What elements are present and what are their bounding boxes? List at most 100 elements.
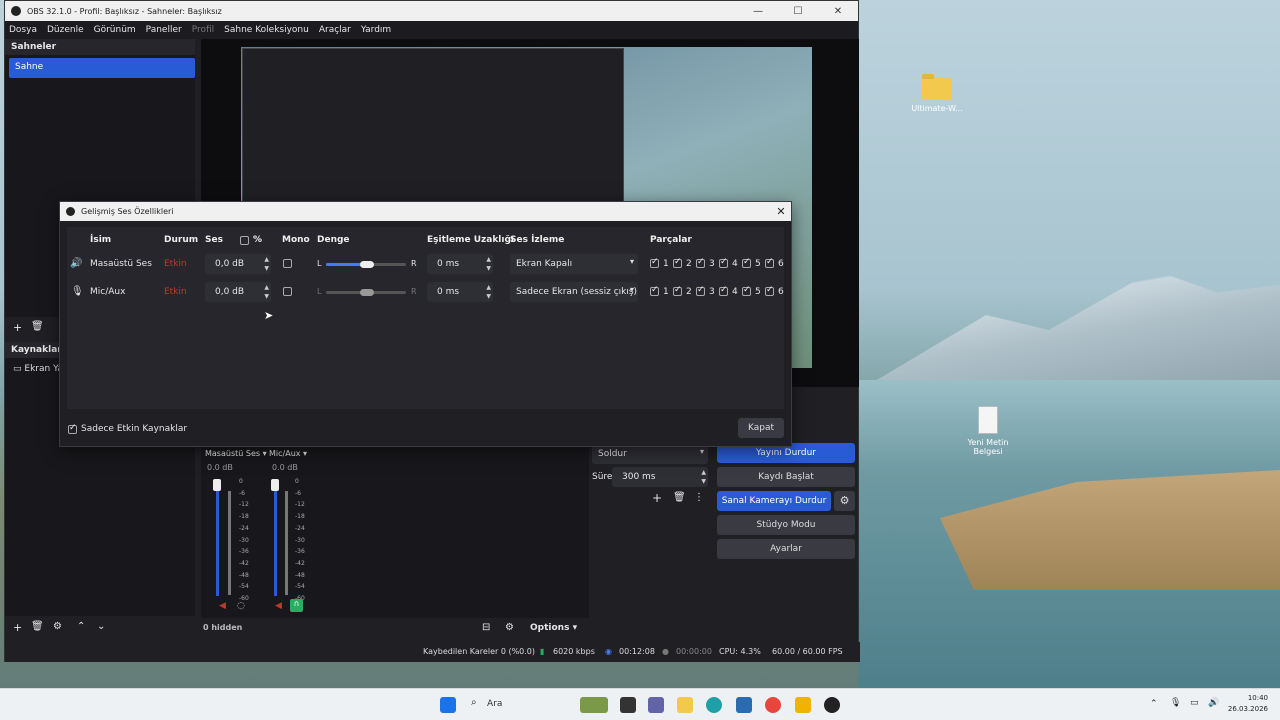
active-sources-only-checkbox[interactable]	[68, 423, 77, 434]
studio-mode-button[interactable]: Stüdyo Modu	[717, 515, 855, 535]
source-item[interactable]: ▭ Ekran Ya	[13, 364, 63, 374]
track-6-checkbox[interactable]	[765, 285, 774, 296]
network-icon[interactable]: ▭	[1190, 698, 1199, 708]
menu-item-view[interactable]: Görünüm	[94, 25, 136, 35]
mute-icon[interactable]: ◀	[275, 601, 282, 611]
menu-item-scene-collection[interactable]: Sahne Koleksiyonu	[224, 25, 309, 35]
track-1-checkbox[interactable]	[650, 285, 659, 296]
start-icon[interactable]	[440, 697, 456, 713]
close-icon[interactable]: ✕	[818, 6, 858, 17]
more-options-icon[interactable]: ⋮	[694, 492, 704, 503]
row-status: Etkin	[164, 287, 187, 297]
track-4-checkbox[interactable]	[719, 285, 728, 296]
add-scene-icon[interactable]: +	[13, 321, 22, 334]
headphones-icon[interactable]: ∩	[290, 599, 303, 612]
balance-left-label: L	[317, 287, 322, 296]
stop-virtual-camera-button[interactable]: Sanal Kamerayı Durdur	[717, 491, 831, 511]
layout-icon[interactable]: ⊟	[482, 622, 490, 633]
chrome-icon[interactable]	[765, 697, 781, 713]
menu-item-tools[interactable]: Araçlar	[319, 25, 351, 35]
mixer-channel-2-fader[interactable]	[271, 479, 279, 491]
menu-item-edit[interactable]: Düzenle	[47, 25, 84, 35]
balance-slider[interactable]	[360, 289, 374, 296]
remove-transition-icon[interactable]: 🗑	[673, 492, 686, 503]
move-up-icon[interactable]: ⌃	[77, 621, 85, 632]
track-4-checkbox[interactable]	[719, 257, 728, 268]
search-box[interactable]: Ara	[465, 695, 585, 715]
scene-item[interactable]: Sahne	[9, 58, 195, 78]
track-5-checkbox[interactable]	[742, 257, 751, 268]
microphone-icon[interactable]: 🎙	[1170, 698, 1181, 708]
store-icon[interactable]	[736, 697, 752, 713]
mixer-channel-2-name[interactable]: Mic/Aux ▾	[269, 449, 307, 458]
monitoring-select[interactable]: Ekran Kapalı ▾	[510, 254, 638, 274]
menu-item-help[interactable]: Yardım	[361, 25, 391, 35]
menu-item-file[interactable]: Dosya	[9, 25, 37, 35]
header-status: Durum	[164, 235, 199, 245]
mixer-channel-1-fader[interactable]	[213, 479, 221, 491]
mute-icon[interactable]: ◀	[219, 601, 226, 611]
volume-spinbox[interactable]: 0,0 dB ▲ ▼	[205, 254, 271, 274]
desktop-folder-icon[interactable]: Ultimate-W...	[902, 74, 972, 113]
teams-icon[interactable]	[648, 697, 664, 713]
mixer-channel-2-level	[285, 491, 288, 595]
source-settings-icon[interactable]: ⚙	[53, 621, 62, 632]
mono-checkbox[interactable]	[283, 259, 292, 268]
transition-select[interactable]: Soldur ▾	[592, 444, 708, 464]
obs-taskbar-icon[interactable]	[824, 697, 840, 713]
virtual-camera-settings-icon[interactable]: ⚙	[834, 491, 855, 511]
settings-button[interactable]: Ayarlar	[717, 539, 855, 559]
mixer-settings-icon[interactable]: ⚙	[505, 622, 514, 633]
menu-item-profile[interactable]: Profil	[192, 25, 214, 35]
desktop-text-file-icon[interactable]: Yeni Metin Belgesi	[953, 406, 1023, 456]
track-6-checkbox[interactable]	[765, 257, 774, 268]
source-item-label: Ekran Ya	[24, 364, 63, 374]
sync-offset-spinbox[interactable]: 0 ms ▲ ▼	[427, 282, 493, 302]
active-sources-only-label: Sadece Etkin Kaynaklar	[81, 424, 188, 434]
widgets-icon[interactable]	[580, 697, 608, 713]
duration-spinbox[interactable]: 300 ms ▲ ▼	[612, 467, 708, 487]
percent-toggle-checkbox[interactable]	[240, 236, 249, 245]
minimize-icon[interactable]: —	[738, 6, 778, 17]
record-time: 00:00:00	[676, 647, 712, 656]
edge-icon[interactable]	[706, 697, 722, 713]
maximize-icon[interactable]: ☐	[778, 6, 818, 17]
menu-bar: Dosya Düzenle Görünüm Paneller Profil Sa…	[5, 21, 858, 39]
sync-offset-spinbox[interactable]: 0 ms ▲ ▼	[427, 254, 493, 274]
move-down-icon[interactable]: ⌄	[97, 621, 105, 632]
dropped-frames: Kaybedilen Kareler 0 (%0.0)	[423, 647, 536, 656]
track-3-checkbox[interactable]	[696, 285, 705, 296]
options-button[interactable]: Options ▾	[530, 623, 577, 633]
remove-scene-icon[interactable]: 🗑	[31, 321, 44, 332]
add-transition-icon[interactable]: +	[652, 491, 662, 505]
menu-item-docks[interactable]: Paneller	[146, 25, 182, 35]
close-button[interactable]: Kapat	[738, 418, 784, 438]
track-1-label: 1	[663, 259, 669, 269]
mono-checkbox[interactable]	[283, 287, 292, 296]
track-2-checkbox[interactable]	[673, 257, 682, 268]
track-2-checkbox[interactable]	[673, 285, 682, 296]
volume-spinbox[interactable]: 0,0 dB ▲ ▼	[205, 282, 271, 302]
mixer-channel-1-name[interactable]: Masaüstü Ses ▾	[205, 449, 267, 458]
app-icon[interactable]	[795, 697, 811, 713]
chevron-up-icon[interactable]: ⌃	[1150, 699, 1158, 709]
balance-right-label: R	[411, 259, 417, 268]
track-1-checkbox[interactable]	[650, 257, 659, 268]
task-view-icon[interactable]	[620, 697, 636, 713]
obs-logo-icon	[11, 6, 21, 16]
clock-time: 10:40	[1247, 694, 1268, 702]
remove-source-icon[interactable]: 🗑	[31, 621, 44, 632]
monitoring-select[interactable]: Sadece Ekran (sessiz çıkış) ▾	[510, 282, 638, 302]
start-recording-button[interactable]: Kaydı Başlat	[717, 467, 855, 487]
track-3-checkbox[interactable]	[696, 257, 705, 268]
clock[interactable]: 10:40 26.03.2026	[1228, 693, 1268, 715]
cpu-usage: CPU: 4.3%	[719, 647, 761, 656]
monitor-off-icon[interactable]: ◌	[237, 601, 245, 611]
file-explorer-icon[interactable]	[677, 697, 693, 713]
close-icon[interactable]: ✕	[771, 205, 791, 218]
balance-slider[interactable]	[360, 261, 374, 268]
add-source-icon[interactable]: +	[13, 621, 22, 634]
track-5-checkbox[interactable]	[742, 285, 751, 296]
track-6-label: 6	[778, 259, 784, 269]
volume-icon[interactable]: 🔊	[1208, 698, 1219, 708]
